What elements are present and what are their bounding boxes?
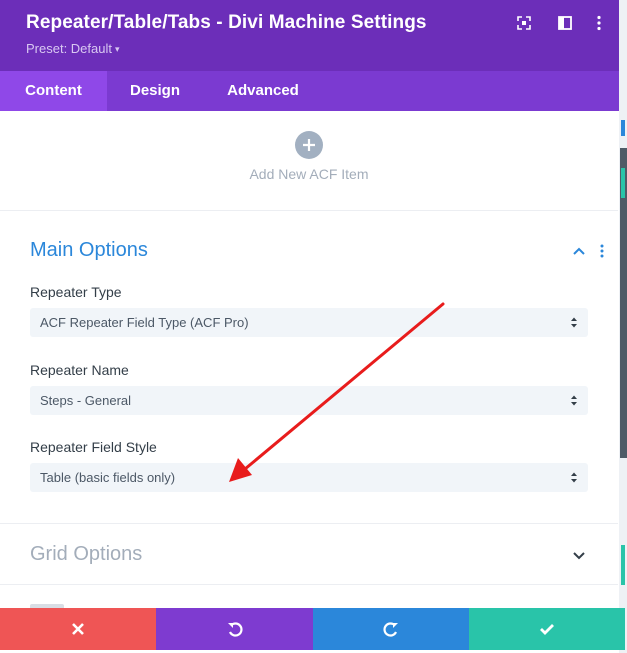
more-vertical-icon[interactable] (590, 14, 608, 32)
tab-design[interactable]: Design (107, 71, 203, 111)
modal-title: Repeater/Table/Tabs - Divi Machine Setti… (26, 12, 427, 33)
undo-icon (227, 622, 242, 637)
annotation-arrow (229, 302, 445, 482)
caret-down-icon: ▾ (115, 44, 120, 54)
tab-bar: Content Design Advanced (0, 71, 620, 111)
modal-header: Repeater/Table/Tabs - Divi Machine Setti… (0, 0, 620, 71)
check-icon (540, 624, 554, 635)
redo-icon (383, 622, 398, 637)
redo-button[interactable] (313, 608, 469, 650)
save-button[interactable] (469, 608, 625, 650)
settings-panel: Add New ACF Item Main Options Repeater T… (0, 111, 620, 608)
close-icon (72, 623, 84, 635)
preset-dropdown[interactable]: Preset: Default ▾ (26, 41, 120, 56)
tab-content[interactable]: Content (0, 71, 107, 111)
page-accent-edge (621, 545, 625, 585)
page-accent-edge (621, 168, 625, 198)
expand-icon[interactable] (515, 14, 533, 32)
undo-button[interactable] (156, 608, 313, 650)
discard-button[interactable] (0, 608, 156, 650)
page-accent-edge (621, 120, 625, 136)
sidebar-toggle-icon[interactable] (556, 14, 574, 32)
modal-footer (0, 608, 625, 650)
tab-advanced[interactable]: Advanced (203, 71, 323, 111)
preset-label: Preset: Default (26, 41, 112, 56)
